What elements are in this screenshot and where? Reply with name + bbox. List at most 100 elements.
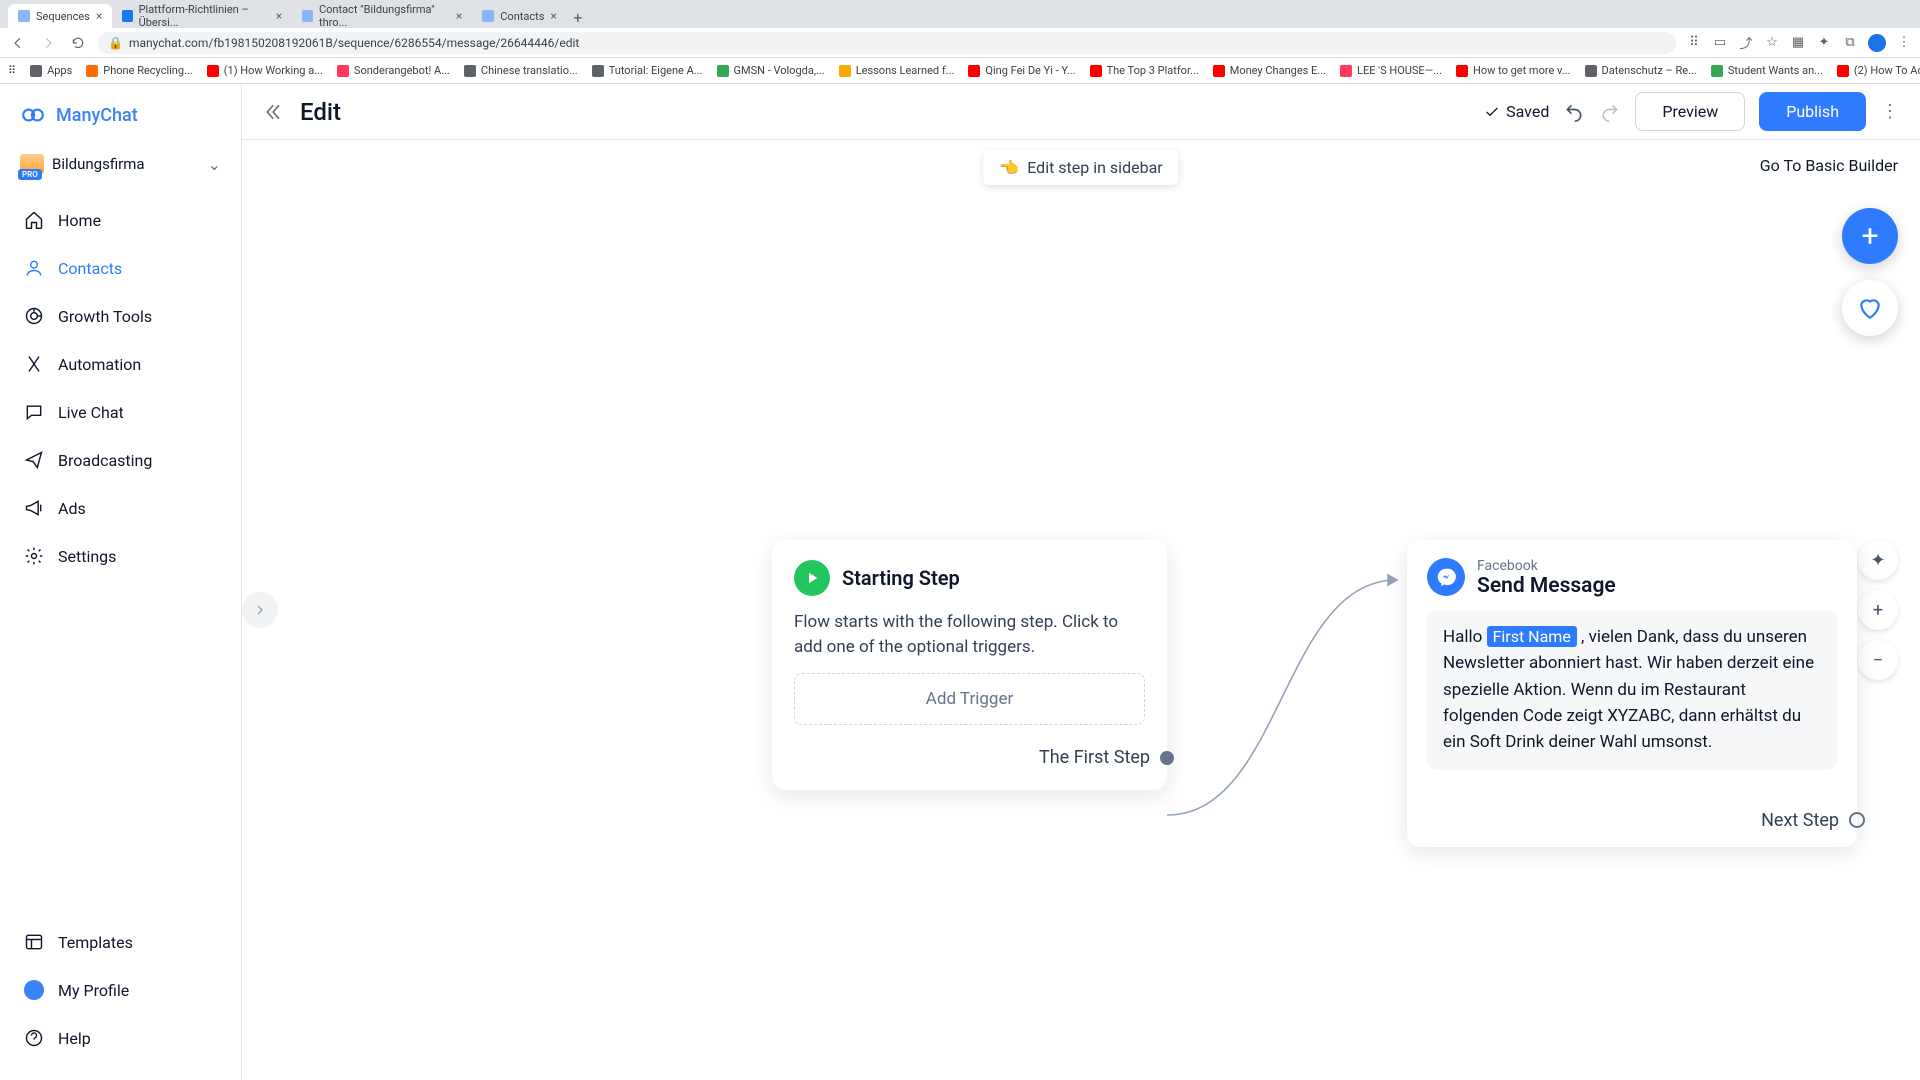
- bookmark-label: Qing Fei De Yi - Y...: [985, 64, 1075, 77]
- sidebar-item-templates[interactable]: Templates: [10, 920, 231, 964]
- bookmark-favicon-icon: [1837, 65, 1849, 77]
- sidebar-item-broadcasting[interactable]: Broadcasting: [10, 438, 231, 482]
- sidebar-item-home[interactable]: Home: [10, 198, 231, 242]
- bookmark-label: LEE 'S HOUSE—...: [1357, 64, 1442, 77]
- workspace-selector[interactable]: PRO Bildungsfirma ⌄: [14, 148, 227, 180]
- bookmark-favicon-icon: [1585, 65, 1597, 77]
- first-step-port[interactable]: The First Step: [794, 747, 1145, 768]
- browser-tab[interactable]: Contact "Bildungsfirma" thro... ×: [292, 4, 472, 28]
- browser-tab[interactable]: Contacts ×: [472, 4, 567, 28]
- sidebar-item-label: Broadcasting: [58, 451, 152, 470]
- brand[interactable]: ManyChat: [0, 94, 241, 142]
- variable-chip[interactable]: First Name: [1487, 626, 1577, 647]
- tab-strip: Sequences × Plattform-Richtlinien – Über…: [0, 0, 1920, 28]
- sidebar-item-automation[interactable]: Automation: [10, 342, 231, 386]
- back-button[interactable]: [8, 33, 28, 53]
- bookmark-item[interactable]: (1) How Working a...: [207, 64, 323, 77]
- sidebar-item-growth[interactable]: Growth Tools: [10, 294, 231, 338]
- output-port-icon[interactable]: [1160, 751, 1174, 765]
- bookmark-item[interactable]: Datenschutz – Re...: [1585, 64, 1697, 77]
- profile-avatar[interactable]: [1868, 34, 1886, 52]
- bookmark-item[interactable]: Qing Fei De Yi - Y...: [968, 64, 1075, 77]
- next-step-label: Next Step: [1761, 810, 1839, 831]
- kebab-icon[interactable]: ⋮: [1896, 35, 1912, 51]
- sidebar-item-contacts[interactable]: Contacts: [10, 246, 231, 290]
- bookmark-item[interactable]: Phone Recycling...: [86, 64, 192, 77]
- close-icon[interactable]: ×: [276, 9, 282, 23]
- sidebar-item-profile[interactable]: My Profile: [10, 968, 231, 1012]
- reload-button[interactable]: [68, 33, 88, 53]
- sidebar-bottom: Templates My Profile Help: [0, 910, 241, 1080]
- bookmark-label: Tutorial: Eigene A...: [609, 64, 703, 77]
- favicon-icon: [18, 10, 30, 22]
- sidebar-collapse-handle[interactable]: [242, 592, 278, 628]
- publish-button[interactable]: Publish: [1759, 92, 1866, 131]
- edit-sidebar-pill[interactable]: 👈 Edit step in sidebar: [983, 150, 1178, 185]
- zoom-in-button[interactable]: +: [1858, 590, 1898, 630]
- basic-builder-button[interactable]: Go To Basic Builder: [1752, 150, 1906, 181]
- share-icon[interactable]: ⤴: [1738, 35, 1754, 51]
- bookmarks-apps[interactable]: ⠿: [8, 64, 16, 77]
- url-field[interactable]: 🔒 manychat.com/fb198150208192061B/sequen…: [98, 32, 1676, 54]
- close-icon[interactable]: ×: [456, 9, 462, 23]
- bookmark-item[interactable]: How to get more v...: [1456, 64, 1571, 77]
- sidebar-item-livechat[interactable]: Live Chat: [10, 390, 231, 434]
- tab-title: Sequences: [36, 10, 90, 23]
- bookmark-item[interactable]: GMSN - Vologda,...: [717, 64, 825, 77]
- star-icon[interactable]: ☆: [1764, 35, 1780, 51]
- bookmark-item[interactable]: (2) How To Add A...: [1837, 64, 1920, 77]
- browser-tab[interactable]: Plattform-Richtlinien – Übersi... ×: [112, 4, 292, 28]
- close-icon[interactable]: ×: [96, 9, 102, 23]
- next-step-port[interactable]: Next Step: [1427, 810, 1837, 837]
- back-icon[interactable]: [262, 100, 286, 124]
- bookmark-item[interactable]: Tutorial: Eigene A...: [592, 64, 703, 77]
- bookmark-item[interactable]: Student Wants an...: [1711, 64, 1823, 77]
- ext-icon[interactable]: ▦: [1790, 35, 1806, 51]
- bookmark-favicon-icon: [1456, 65, 1468, 77]
- tab-title: Contact "Bildungsfirma" thro...: [319, 3, 450, 29]
- forward-button[interactable]: [38, 33, 58, 53]
- favorite-button[interactable]: [1842, 280, 1898, 336]
- sidebar-item-label: Help: [58, 1029, 91, 1048]
- message-bubble[interactable]: Hallo First Name , vielen Dank, dass du …: [1427, 610, 1837, 770]
- kebab-icon[interactable]: ⋮: [1880, 101, 1900, 122]
- zoom-out-button[interactable]: −: [1858, 640, 1898, 680]
- sidebar-item-settings[interactable]: Settings: [10, 534, 231, 578]
- bookmark-item[interactable]: Apps: [30, 64, 72, 77]
- redo-button[interactable]: [1599, 101, 1621, 123]
- sidebar-item-help[interactable]: Help: [10, 1016, 231, 1060]
- undo-button[interactable]: [1563, 101, 1585, 123]
- new-tab-button[interactable]: +: [567, 6, 589, 28]
- browser-tab[interactable]: Sequences ×: [8, 4, 112, 28]
- starting-step-card[interactable]: Starting Step Flow starts with the follo…: [772, 540, 1167, 790]
- bookmark-item[interactable]: Money Changes E...: [1213, 64, 1326, 77]
- bookmark-label: Student Wants an...: [1728, 64, 1823, 77]
- bookmark-item[interactable]: Sonderangebot! A...: [337, 64, 450, 77]
- preview-button[interactable]: Preview: [1635, 92, 1745, 131]
- gift-icon[interactable]: ⧉: [1842, 35, 1858, 51]
- send-message-card[interactable]: Facebook Send Message Hallo First Name ,…: [1407, 540, 1857, 847]
- messenger-icon: [1427, 558, 1465, 596]
- bookmark-label: Phone Recycling...: [103, 64, 192, 77]
- video-icon[interactable]: ▭: [1712, 35, 1728, 51]
- bookmark-item[interactable]: Lessons Learned f...: [839, 64, 955, 77]
- puzzle-icon[interactable]: ✦: [1816, 35, 1832, 51]
- add-node-button[interactable]: +: [1842, 208, 1898, 264]
- target-icon: [24, 306, 44, 326]
- bookmark-label: The Top 3 Platfor...: [1107, 64, 1199, 77]
- manychat-logo-icon: [20, 102, 46, 128]
- bookmark-item[interactable]: The Top 3 Platfor...: [1090, 64, 1199, 77]
- bookmark-item[interactable]: LEE 'S HOUSE—...: [1340, 64, 1442, 77]
- translate-icon[interactable]: ⠿: [1686, 35, 1702, 51]
- sidebar-item-ads[interactable]: Ads: [10, 486, 231, 530]
- saved-label: Saved: [1506, 102, 1549, 121]
- close-icon[interactable]: ×: [550, 9, 556, 23]
- bookmark-item[interactable]: Chinese translatio...: [464, 64, 578, 77]
- output-port-icon[interactable]: [1849, 812, 1865, 828]
- flow-canvas[interactable]: 👈 Edit step in sidebar Go To Basic Build…: [242, 140, 1920, 1080]
- add-trigger-button[interactable]: Add Trigger: [794, 673, 1145, 725]
- bookmark-favicon-icon: [86, 65, 98, 77]
- bookmark-label: GMSN - Vologda,...: [734, 64, 825, 77]
- magic-button[interactable]: ✦: [1858, 540, 1898, 580]
- favicon-icon: [122, 10, 132, 22]
